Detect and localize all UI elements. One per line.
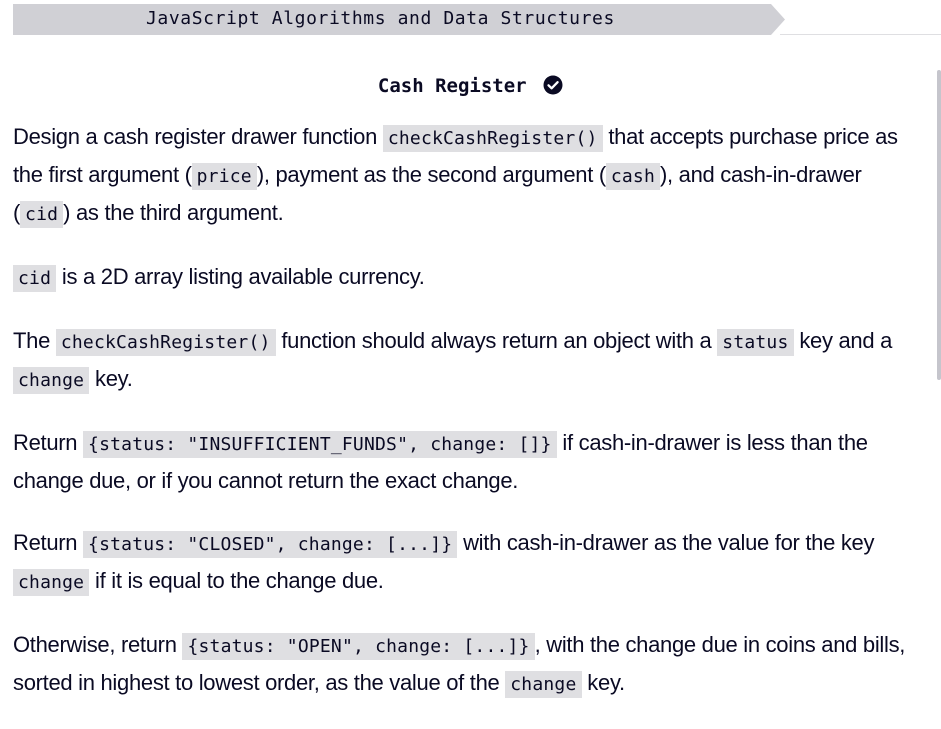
text: Otherwise, return	[13, 632, 183, 657]
check-circle-icon	[543, 75, 563, 103]
inline-code: cid	[20, 201, 64, 228]
inline-code: cid	[13, 265, 57, 292]
description-paragraph: cid is a 2D array listing available curr…	[13, 259, 923, 297]
text: ), payment as the second argument (	[256, 162, 606, 187]
breadcrumb[interactable]: JavaScript Algorithms and Data Structure…	[13, 4, 785, 35]
text: key and a	[793, 328, 893, 353]
description-paragraph: The checkCashRegister() function should …	[13, 323, 923, 399]
description-paragraph: Return {status: "INSUFFICIENT_FUNDS", ch…	[13, 425, 923, 499]
challenge-title: Cash Register	[377, 75, 527, 97]
text: Return	[13, 530, 84, 555]
inline-code: {status: "CLOSED", change: [...]}	[83, 531, 458, 558]
inline-code: status	[717, 329, 794, 356]
inline-code: price	[191, 163, 257, 190]
breadcrumb-superblock[interactable]: JavaScript Algorithms and Data Structure…	[13, 4, 783, 35]
challenge-description: Design a cash register drawer function c…	[13, 119, 923, 729]
inline-code: {status: "OPEN", change: [...]}	[182, 633, 535, 660]
description-paragraph: Otherwise, return {status: "OPEN", chang…	[13, 627, 923, 703]
description-paragraph: Return {status: "CLOSED", change: [...]}…	[13, 525, 923, 601]
inline-code: checkCashRegister()	[55, 329, 276, 356]
inline-code: cash	[605, 163, 661, 190]
text: with cash-in-drawer as the value for the…	[457, 530, 875, 555]
inline-code: change	[13, 569, 90, 596]
inline-code: change	[13, 367, 90, 394]
challenge-title-row: Cash Register	[0, 72, 941, 103]
inline-code: {status: "INSUFFICIENT_FUNDS", change: […	[83, 431, 557, 458]
text: ) as the third argument.	[63, 200, 284, 225]
text: Return	[13, 430, 84, 455]
text: key.	[89, 366, 133, 391]
text: The	[13, 328, 56, 353]
text: key.	[581, 670, 625, 695]
text: if it is equal to the change due.	[89, 568, 384, 593]
header-divider	[780, 34, 941, 35]
inline-code: checkCashRegister()	[382, 125, 603, 152]
text: function should always return an object …	[275, 328, 718, 353]
description-paragraph: Design a cash register drawer function c…	[13, 119, 923, 233]
inline-code: change	[505, 671, 582, 698]
text: is a 2D array listing available currency…	[56, 264, 425, 289]
scrollbar[interactable]	[937, 70, 941, 380]
text: Design a cash register drawer function	[13, 124, 383, 149]
